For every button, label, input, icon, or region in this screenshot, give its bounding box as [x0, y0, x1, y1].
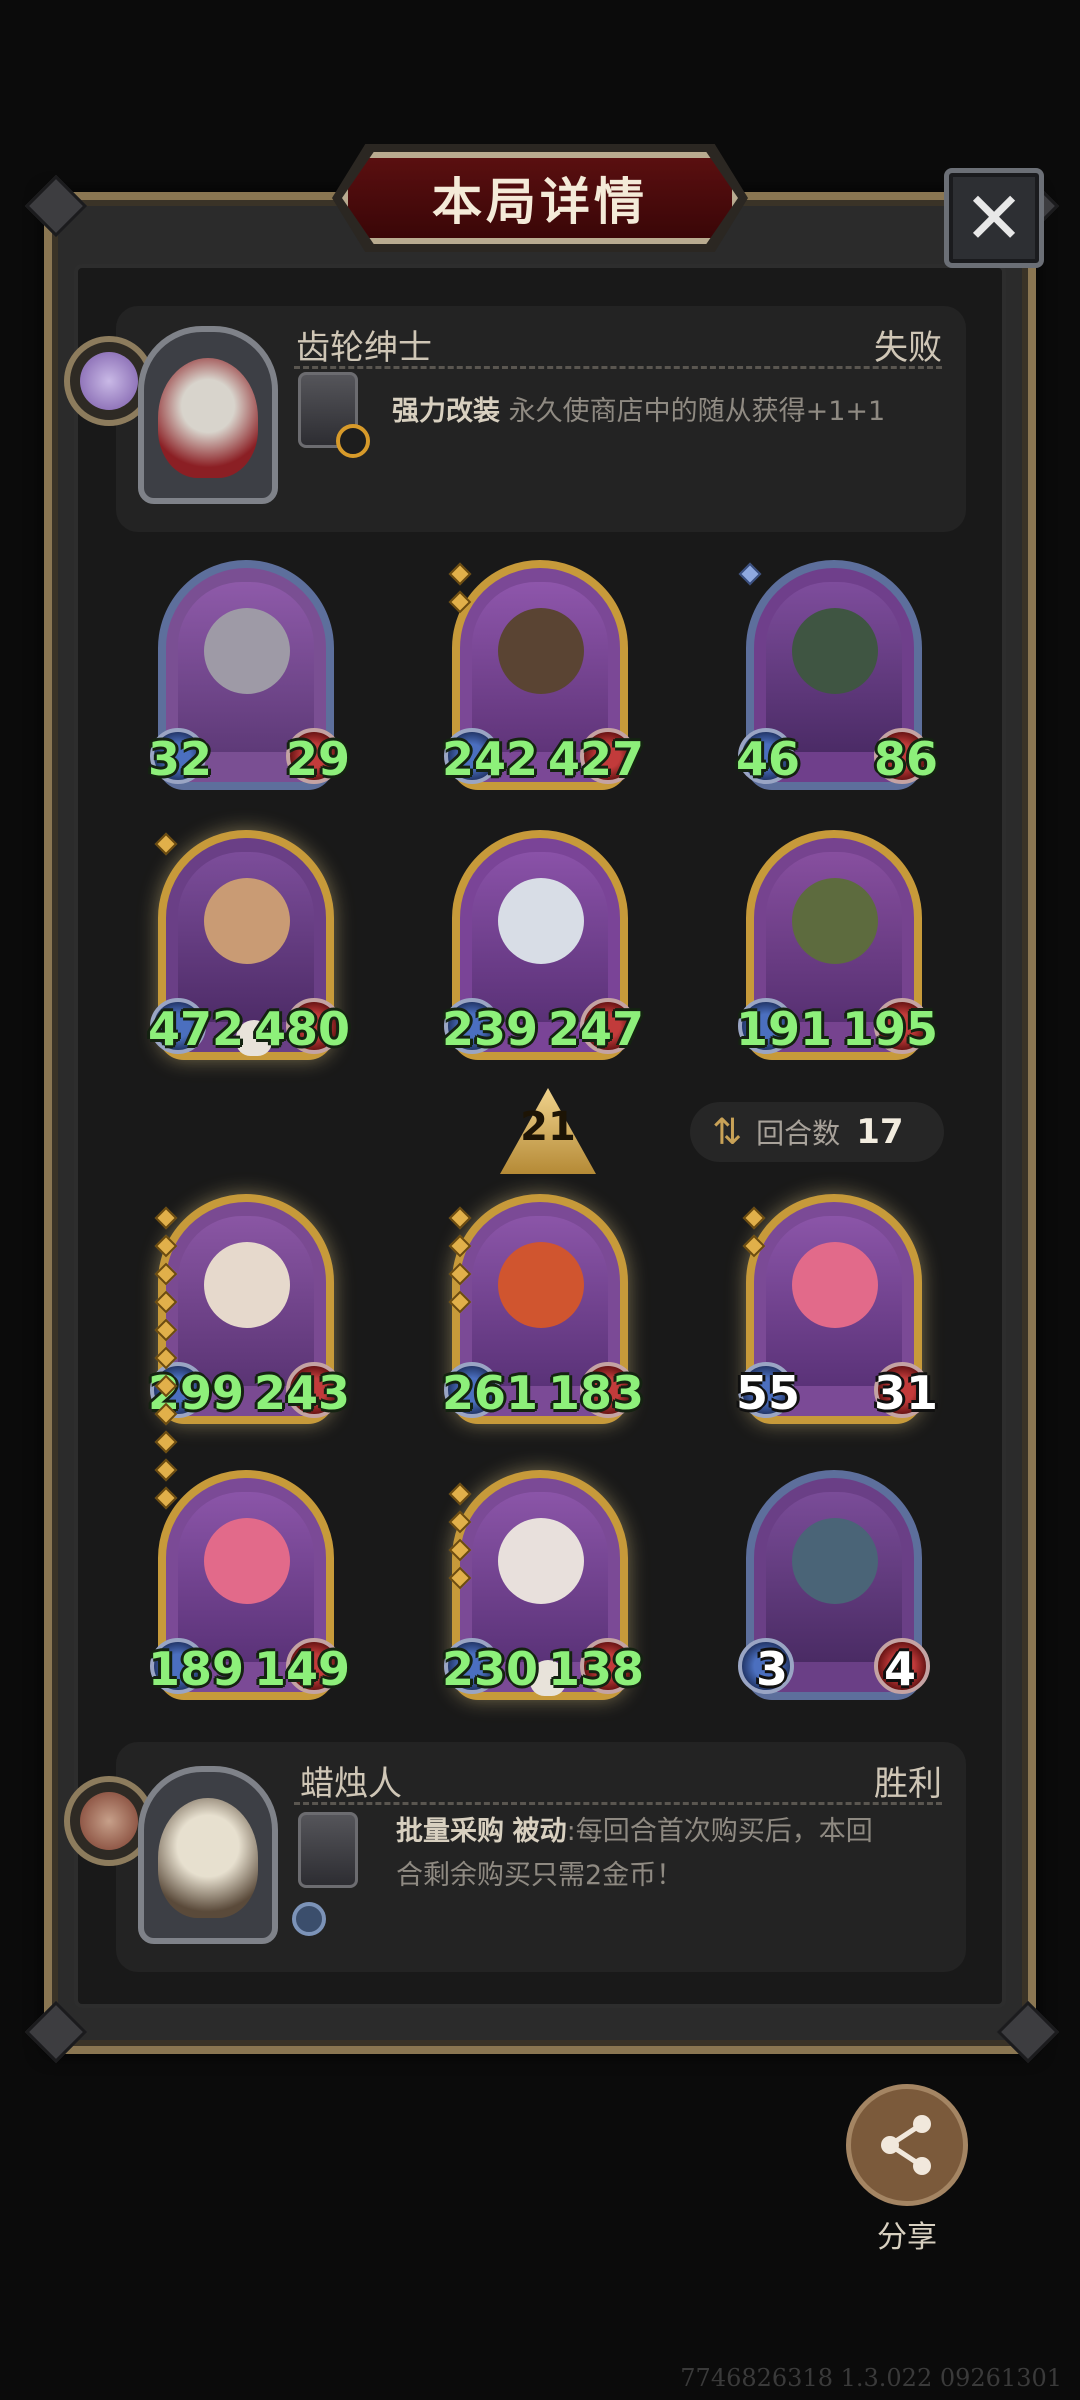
turns-counter: ⇅ 回合数 17	[690, 1102, 944, 1162]
minion-health: 247	[547, 1002, 644, 1056]
minion-card[interactable]: 299 243	[148, 1194, 350, 1424]
player-skill-name: 批量采购	[396, 1816, 504, 1847]
refresh-icon: ⇅	[712, 1111, 743, 1153]
minion-health: 480	[253, 1002, 350, 1056]
match-details-screen: 本局详情 ✕ 齿轮绅士 失败 强力改装 永久使商店中的随从获得+1+1 32 2…	[0, 0, 1080, 2400]
player-skill-desc-1: :每回合首次购买后，本回	[566, 1816, 873, 1847]
close-icon: ✕	[963, 176, 1025, 260]
turns-value: 17	[856, 1112, 904, 1152]
build-code: 7746826318 1.3.022 09261301	[680, 2364, 1062, 2392]
minion-attack: 242	[442, 732, 539, 786]
swords-icon	[292, 1902, 326, 1936]
divider	[294, 1802, 942, 1805]
opponent-skill-name: 强力改装	[392, 396, 500, 427]
minion-attack: 55	[736, 1366, 801, 1420]
opponent-skill: 强力改装 永久使商店中的随从获得+1+1	[392, 390, 952, 434]
minion-card[interactable]: 189 149	[148, 1470, 350, 1700]
minion-card[interactable]: 239 247	[442, 830, 644, 1060]
minion-health: 31	[873, 1366, 938, 1420]
minion-attack: 191	[736, 1002, 833, 1056]
minion-attack: 239	[442, 1002, 539, 1056]
minion-attack: 46	[736, 732, 801, 786]
minion-attack: 472	[148, 1002, 245, 1056]
hero-power-badge-icon	[336, 424, 370, 458]
close-button[interactable]: ✕	[944, 168, 1044, 268]
minion-health: 427	[547, 732, 644, 786]
page-title: 本局详情	[432, 173, 648, 231]
minion-attack: 189	[148, 1642, 245, 1696]
minion-health: 4	[883, 1642, 916, 1696]
minion-health: 86	[873, 732, 938, 786]
player-skill-tag: 被动	[512, 1816, 567, 1847]
opponent-result: 失败	[874, 328, 942, 368]
minion-attack: 261	[442, 1366, 539, 1420]
title-banner: 本局详情	[342, 152, 738, 244]
minion-card[interactable]: 191 195	[736, 830, 938, 1060]
opponent-skill-desc: 永久使商店中的随从获得+1+1	[508, 396, 886, 427]
minion-card[interactable]: 32 29	[148, 560, 350, 790]
opponent-name: 齿轮绅士	[296, 328, 432, 368]
player-skill-desc-2: 合剩余购买只需2金币！	[396, 1860, 684, 1891]
share-label: 分享	[877, 2220, 937, 2255]
minion-attack: 3	[756, 1642, 789, 1696]
minion-health: 138	[547, 1642, 644, 1696]
minion-attack: 230	[442, 1642, 539, 1696]
opponent-hero-portrait[interactable]	[138, 326, 278, 504]
player-skill: 批量采购 被动:每回合首次购买后，本回 合剩余购买只需2金币！	[396, 1810, 966, 1898]
tavern-tier: 21	[520, 1104, 576, 1150]
minion-card[interactable]: 261 183	[442, 1194, 644, 1424]
minion-card[interactable]: 472 480	[148, 830, 350, 1060]
minion-health: 29	[285, 732, 350, 786]
share-button[interactable]	[846, 2084, 968, 2206]
minion-card[interactable]: 46 86	[736, 560, 938, 790]
minion-health: 195	[841, 1002, 938, 1056]
minion-health: 183	[547, 1366, 644, 1420]
player-hero-portrait[interactable]	[138, 1766, 278, 1944]
minion-card[interactable]: 55 31	[736, 1194, 938, 1424]
minion-card[interactable]: 242 427	[442, 560, 644, 790]
share-icon	[881, 2115, 931, 2175]
minion-health: 243	[253, 1366, 350, 1420]
minion-attack: 32	[148, 732, 213, 786]
player-result: 胜利	[874, 1764, 942, 1804]
minion-card[interactable]: 3 4	[738, 1470, 930, 1700]
turns-label: 回合数	[756, 1117, 841, 1150]
minion-health: 149	[253, 1642, 350, 1696]
minion-card[interactable]: 230 138	[442, 1470, 644, 1700]
divider	[294, 366, 942, 369]
hero-power-icon[interactable]	[298, 1812, 358, 1888]
player-name: 蜡烛人	[300, 1764, 402, 1804]
